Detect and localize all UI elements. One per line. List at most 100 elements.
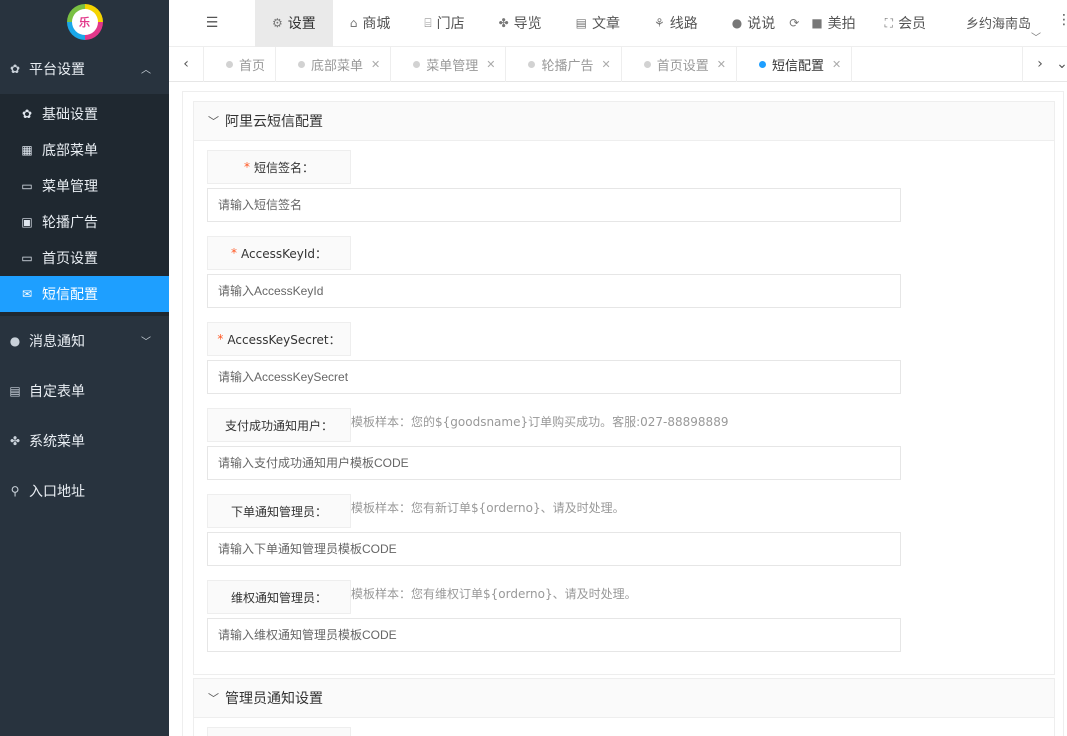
chevron-down-icon: ﹀ xyxy=(208,115,219,128)
sidebar-item-menu-management[interactable]: ▭ 菜单管理 xyxy=(0,168,169,204)
sms-signature-input[interactable] xyxy=(207,188,901,222)
form-icon: ▤ xyxy=(9,384,21,398)
video-icon: ■ xyxy=(811,16,823,30)
field-label-text: AccessKeySecret： xyxy=(227,332,341,347)
tab-dot xyxy=(528,60,536,68)
top-nav-refresh-icon[interactable]: ⟳ xyxy=(783,0,805,47)
top-nav-label: 商城 xyxy=(362,16,391,32)
top-nav-label: 线路 xyxy=(669,16,698,32)
field-access-key-id: * AccessKeyId： xyxy=(207,236,1041,308)
field-label: * AccessKeySecret： xyxy=(207,322,351,356)
app-logo[interactable]: 乐 xyxy=(66,4,103,40)
monitor-icon: ▭ xyxy=(21,179,33,193)
sidebar-item-sms-config[interactable]: ✉ 短信配置 xyxy=(0,276,169,312)
tab-carousel-ads[interactable]: 轮播广告 ✕ xyxy=(506,46,622,82)
sidebar-group-custom-forms[interactable]: ▤ 自定表单 xyxy=(0,366,169,416)
top-nav-photo[interactable]: ■ 美拍 xyxy=(805,0,872,47)
menu-toggle-icon[interactable]: ☰ xyxy=(169,0,255,47)
close-icon[interactable]: ✕ xyxy=(832,58,841,71)
close-icon[interactable]: ✕ xyxy=(602,58,611,71)
tab-sms-config[interactable]: 短信配置 ✕ xyxy=(737,46,853,82)
sidebar-item-label: 底部菜单 xyxy=(42,143,98,159)
top-nav-member[interactable]: ⛶ 会员 xyxy=(873,0,943,47)
sidebar-group-notifications[interactable]: ● 消息通知 ﹀ xyxy=(0,316,169,366)
shop-icon: ⌂ xyxy=(349,16,358,30)
mail-icon: ✉ xyxy=(21,287,33,301)
close-icon[interactable]: ✕ xyxy=(371,58,380,71)
field-label: 支付成功通知用户： xyxy=(207,408,351,442)
close-icon[interactable]: ✕ xyxy=(717,58,726,71)
field-label-text: AccessKeyId： xyxy=(241,246,327,261)
logo-area: 乐 xyxy=(0,0,169,44)
section-header[interactable]: ﹀ 管理员通知设置 xyxy=(194,679,1054,718)
user-name[interactable]: 乡约海南岛 xyxy=(966,13,1031,32)
tab-home[interactable]: 首页 xyxy=(204,46,277,82)
top-nav-label: 门店 xyxy=(436,16,465,32)
field-order-notify-admin: 下单通知管理员： 模板样本：您有新订单${orderno}、请及时处理。 xyxy=(207,494,1041,566)
top-nav-talk[interactable]: ● 说说 xyxy=(715,0,783,47)
top-nav-label: 美拍 xyxy=(827,16,856,32)
top-nav-route[interactable]: ⚘ 线路 xyxy=(637,0,715,47)
field-label: 维权通知管理员： xyxy=(207,580,351,614)
chevron-down-icon: ﹀ xyxy=(141,337,151,348)
top-nav-store[interactable]: ⌸ 门店 xyxy=(407,0,481,47)
platform-settings-submenu: ✿ 基础设置 ▦ 底部菜单 ▭ 菜单管理 ▣ 轮播广告 ▭ 首页设置 ✉ 短信配… xyxy=(0,94,169,316)
tab-options-chevron-icon[interactable]: ⌄ xyxy=(1056,47,1067,82)
cubes-icon: ✤ xyxy=(498,16,509,30)
required-mark: * xyxy=(217,332,224,346)
tab-bottom-menu[interactable]: 底部菜单 ✕ xyxy=(276,46,392,82)
tab-dot xyxy=(643,60,651,68)
field-label: * AccessKeyId： xyxy=(207,236,351,270)
top-nav-label: 导览 xyxy=(513,16,542,32)
top-nav-label: 设置 xyxy=(287,16,316,32)
top-nav-shop[interactable]: ⌂ 商城 xyxy=(333,0,408,47)
sidebar-group-system-menu[interactable]: ✤ 系统菜单 xyxy=(0,416,169,466)
section-header[interactable]: ﹀ 阿里云短信配置 xyxy=(194,102,1054,141)
sidebar-item-home-settings[interactable]: ▭ 首页设置 xyxy=(0,240,169,276)
top-nav-article[interactable]: ▤ 文章 xyxy=(559,0,637,47)
sidebar-group-platform-settings[interactable]: ✿ 平台设置 ︿ xyxy=(0,44,169,94)
required-mark: * xyxy=(231,246,237,260)
top-nav-settings[interactable]: ⚙ 设置 xyxy=(255,0,333,47)
tab-dot xyxy=(758,60,766,68)
chevron-up-icon: ︿ xyxy=(141,65,151,76)
sidebar-group-entry-address[interactable]: ⚲ 入口地址 xyxy=(0,466,169,516)
order-notify-template-input[interactable] xyxy=(207,532,901,566)
bank-icon: ⌸ xyxy=(424,15,432,30)
tab-scroll-left-icon[interactable]: ‹ xyxy=(169,46,204,82)
main-content: ﹀ 阿里云短信配置 * 短信签名： * AccessKeyId： xyxy=(169,82,1067,736)
tab-label: 轮播广告 xyxy=(541,58,594,74)
sidebar-group-label: 入口地址 xyxy=(29,484,85,500)
sidebar-item-bottom-menu[interactable]: ▦ 底部菜单 xyxy=(0,132,169,168)
tab-label: 短信配置 xyxy=(771,58,824,74)
tab-home-settings[interactable]: 首页设置 ✕ xyxy=(622,46,737,82)
field-label: * 短信签名： xyxy=(207,150,351,184)
newspaper-icon: ▤ xyxy=(575,16,587,30)
chevron-down-icon[interactable]: ﹀ xyxy=(1031,29,1041,44)
sidebar-item-carousel-ads[interactable]: ▣ 轮播广告 xyxy=(0,204,169,240)
chat-icon: ● xyxy=(9,334,21,348)
tab-label: 菜单管理 xyxy=(426,58,479,74)
more-menu-icon[interactable]: ⋮ xyxy=(1057,12,1067,28)
tab-scroll-right-icon[interactable]: › xyxy=(1022,46,1057,82)
top-nav: ⚙ 设置 ⌂ 商城 ⌸ 门店 ✤ 导览 ▤ 文章 ⚘ 线路 ● 说说 ⟳ ■ 美… xyxy=(255,0,943,47)
sidebar-item-label: 菜单管理 xyxy=(42,179,98,195)
sidebar-item-label: 短信配置 xyxy=(42,287,98,303)
close-icon[interactable]: ✕ xyxy=(486,58,495,71)
pay-success-template-input[interactable] xyxy=(207,446,901,480)
tab-label: 首页设置 xyxy=(656,58,709,74)
field-pay-success-notify: 支付成功通知用户： 模板样本：您的${goodsname}订单购买成功。客服:0… xyxy=(207,408,1041,480)
access-key-id-input[interactable] xyxy=(207,274,901,308)
tab-menu-management[interactable]: 菜单管理 ✕ xyxy=(391,46,507,82)
sidebar-item-label: 基础设置 xyxy=(42,107,98,123)
tab-dot xyxy=(226,60,233,68)
cubes-icon: ✤ xyxy=(9,434,21,448)
rights-notify-template-input[interactable] xyxy=(207,618,901,652)
tab-dot xyxy=(298,60,306,68)
sidebar-item-basic-settings[interactable]: ✿ 基础设置 xyxy=(0,96,169,132)
gear-icon: ✿ xyxy=(21,107,33,121)
access-key-secret-input[interactable] xyxy=(207,360,901,394)
top-nav-guide[interactable]: ✤ 导览 xyxy=(482,0,559,47)
field-label-text: 维权通知管理员： xyxy=(230,590,327,605)
field-label-text: 支付成功通知用户： xyxy=(224,418,333,433)
